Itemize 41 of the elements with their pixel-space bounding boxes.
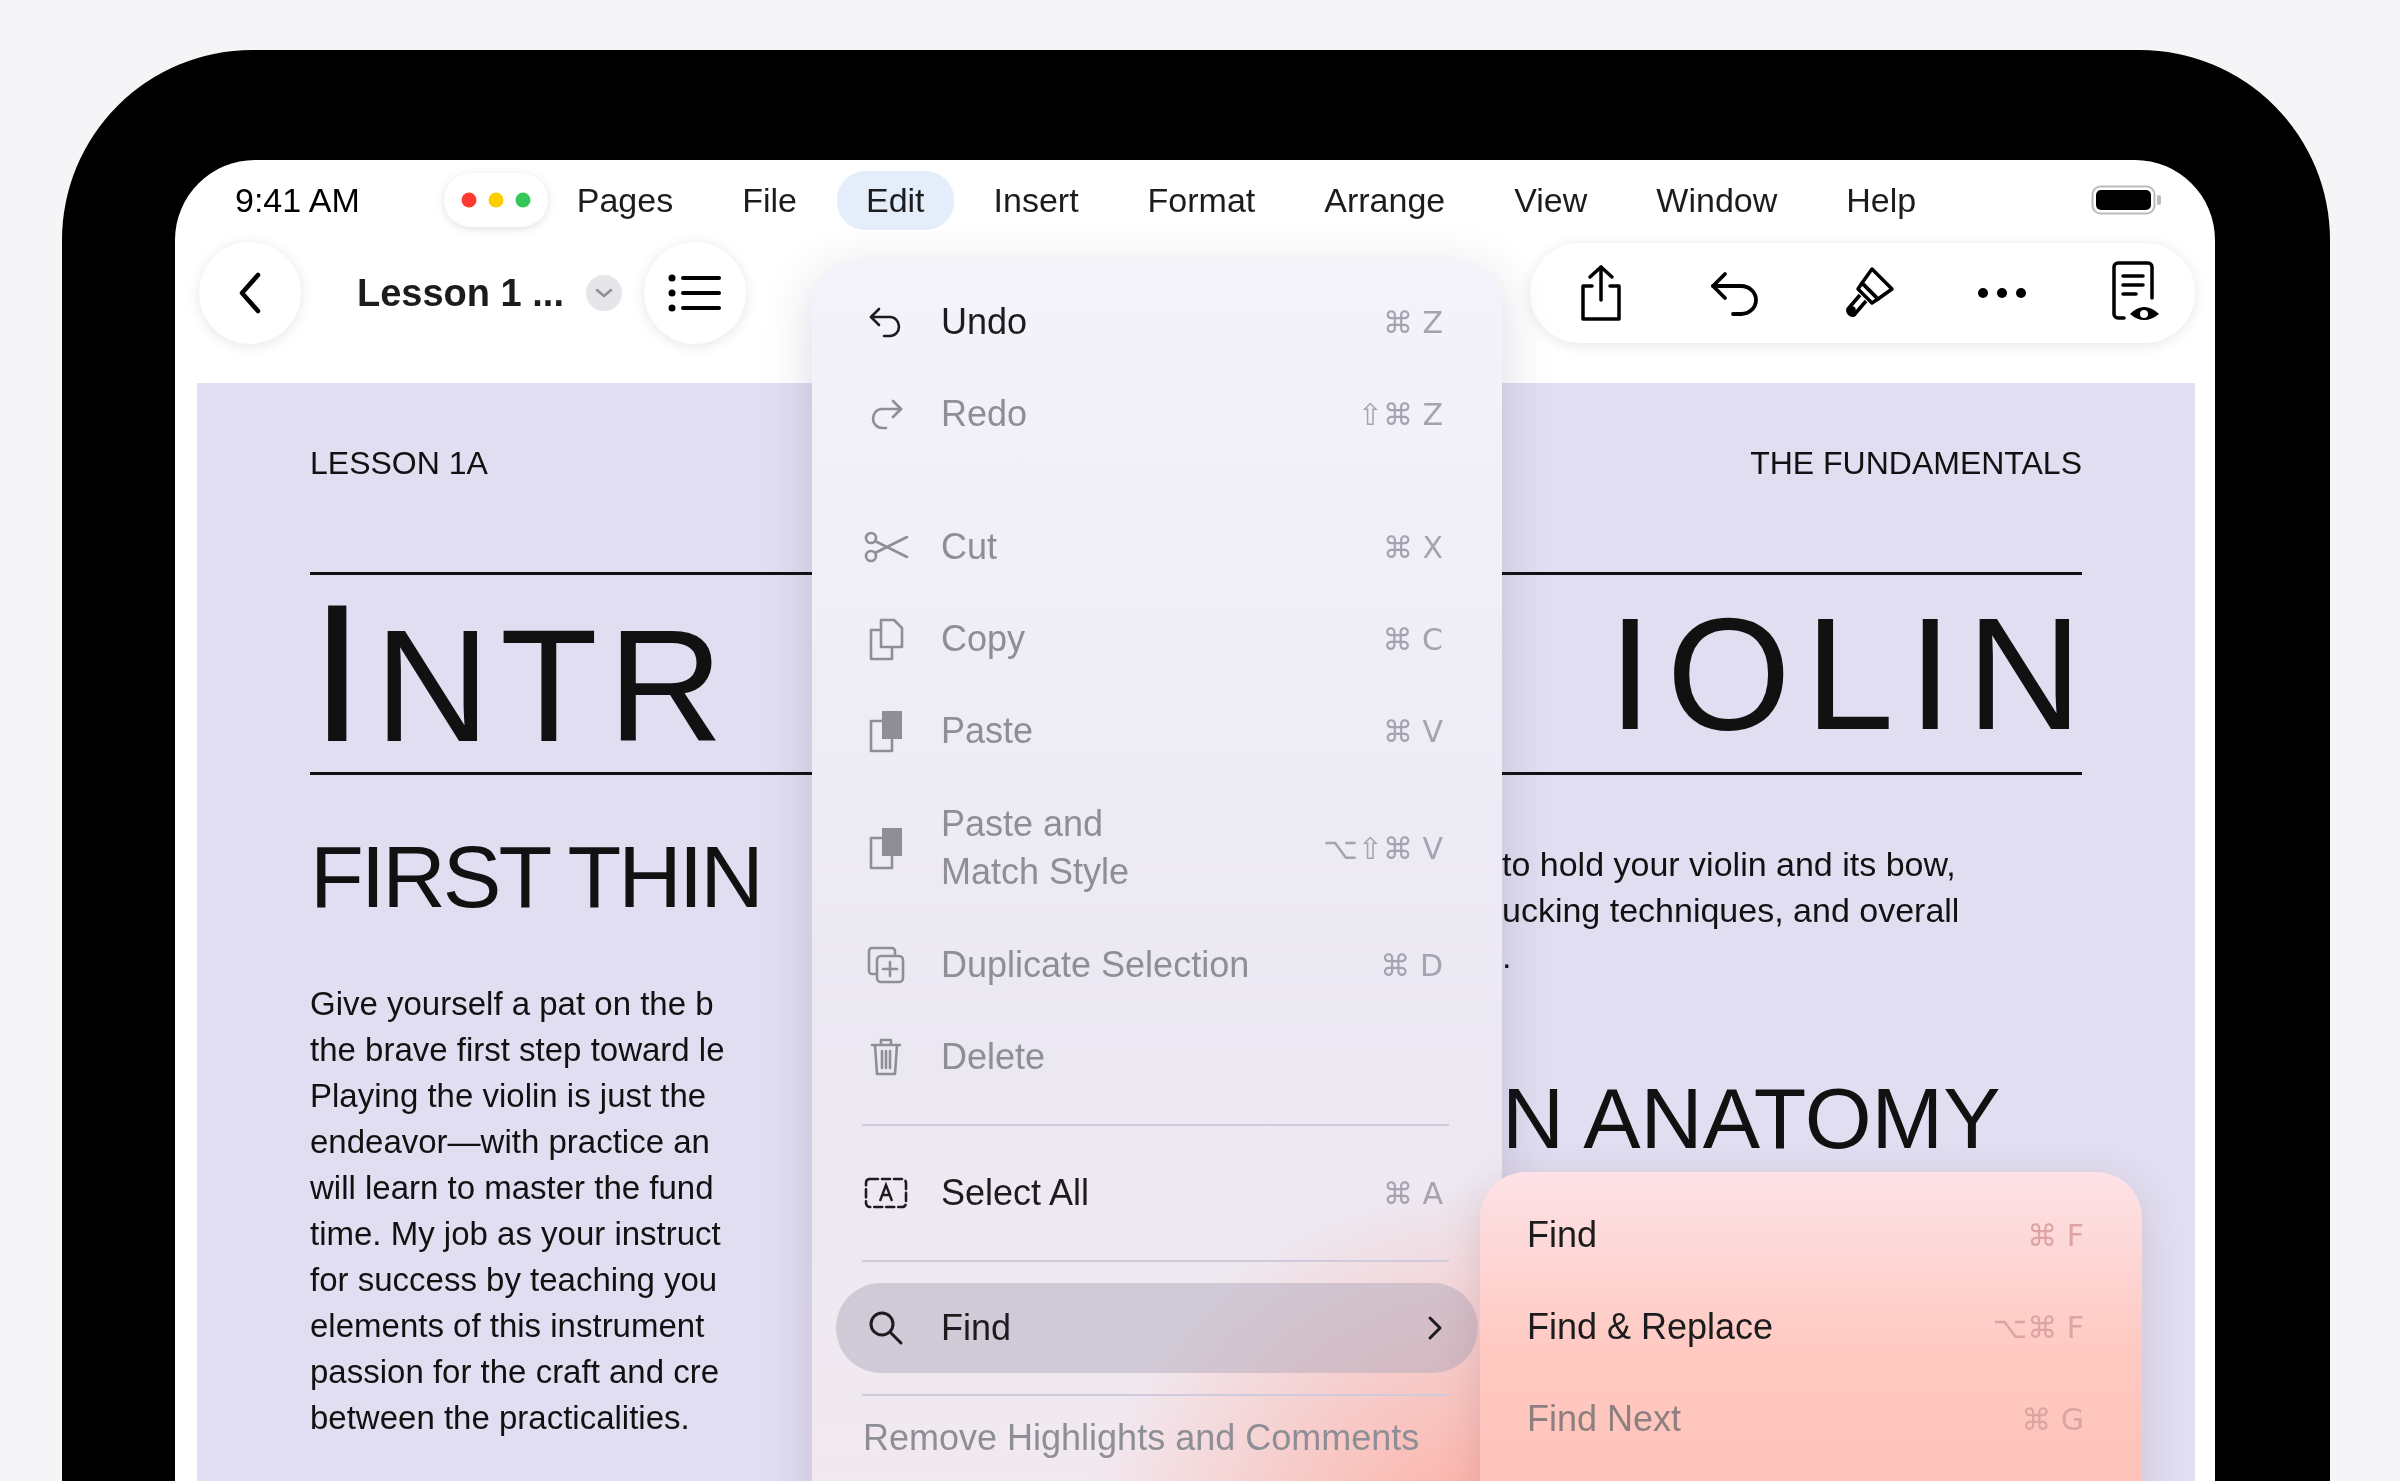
menu-item[interactable]: Undo ⌘ Z: [836, 276, 1478, 368]
window-controls[interactable]: [443, 173, 548, 227]
chevron-down-icon: [594, 288, 613, 298]
clipboard-icon: [868, 826, 904, 870]
select-all-icon: [864, 1177, 908, 1209]
menu-bar-item[interactable]: Pages: [547, 170, 703, 230]
scissors-icon: [863, 531, 909, 563]
menu-bar-item[interactable]: Window: [1627, 170, 1807, 230]
body-paragraph: to hold your violin and its bow, ucking techniques, and overall .: [1502, 844, 1960, 977]
documents-icon: [868, 617, 904, 661]
clipboard-icon: [868, 709, 904, 753]
menu-item[interactable]: Select All ⌘ A: [836, 1147, 1478, 1239]
document-title-text: IOLIN: [1607, 593, 2096, 754]
chevron-left-icon: [238, 272, 262, 314]
menu-bar-item[interactable]: Arrange: [1295, 170, 1475, 230]
battery-icon: [2091, 185, 2163, 215]
duplicate-icon: [867, 946, 905, 984]
menu-item[interactable]: Find ⌘ F: [1480, 1189, 2142, 1281]
menu-bar-item[interactable]: Format: [1118, 170, 1285, 230]
document-title[interactable]: Lesson 1 ...: [357, 271, 564, 315]
menu-bar-item[interactable]: View: [1485, 170, 1617, 230]
document-title-text: INTR: [310, 575, 735, 772]
more-icon: [1977, 287, 2028, 299]
list-icon: [667, 273, 722, 313]
menu-bar-item[interactable]: Help: [1817, 170, 1946, 230]
dots-icon: [460, 192, 531, 208]
section-heading: FIRST THIN: [310, 833, 761, 921]
status-time: 9:41 AM: [235, 180, 360, 220]
section-heading: N ANATOMY: [1502, 1075, 2001, 1161]
search-icon: [868, 1310, 904, 1346]
menu-bar-item[interactable]: Insert: [964, 170, 1108, 230]
trash-icon: [870, 1037, 902, 1077]
document-header: LESSON 1A: [310, 444, 489, 483]
document-header: THE FUNDAMENTALS: [1749, 444, 2082, 483]
menu-bar-item[interactable]: File: [713, 170, 826, 230]
chevron-right-icon: [1427, 1315, 1443, 1341]
title-menu-button[interactable]: [585, 275, 622, 311]
menu-item[interactable]: Find: [836, 1283, 1478, 1373]
menu-bar-item[interactable]: Edit: [836, 170, 954, 230]
undo-icon: [1708, 270, 1761, 316]
body-paragraph: Give yourself a pat on the b the brave first step toward le Playing the violin is just the endeavor—with practice an will learn to master the fund time. My job as your instruct for success by teaching you elements of this instrument passion for the craft and cre between the practicalities.: [310, 984, 725, 1438]
